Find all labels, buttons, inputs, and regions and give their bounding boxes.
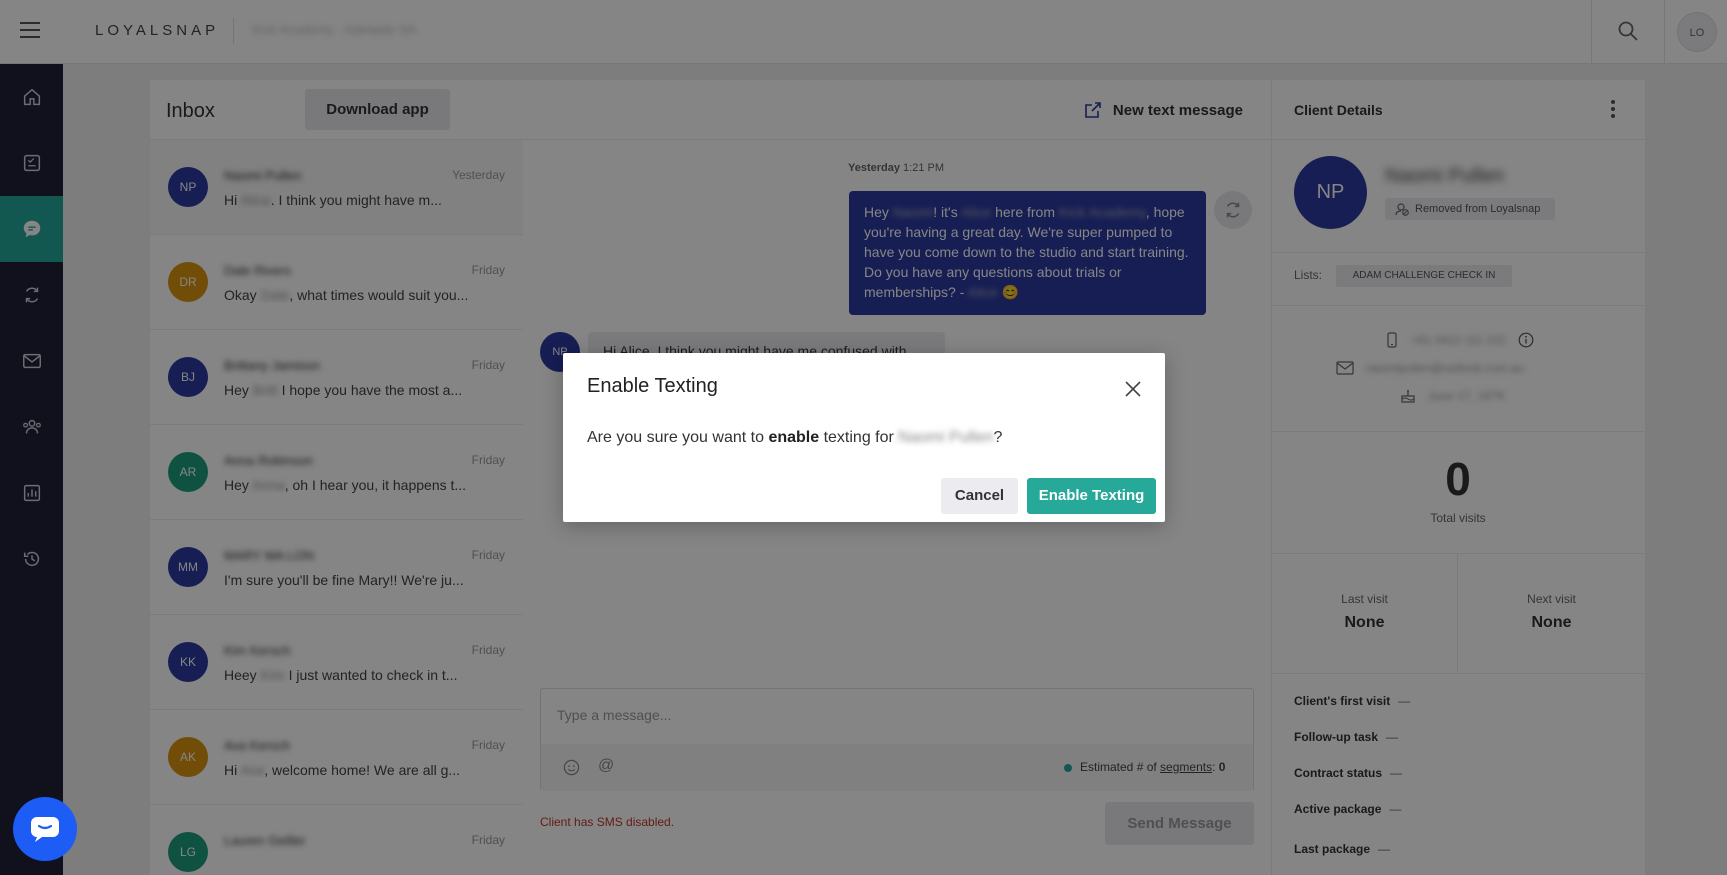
enable-texting-dialog: Enable Texting Are you sure you want to …	[563, 353, 1165, 522]
dialog-message: Are you sure you want to enable texting …	[587, 429, 1003, 446]
chat-launcher-button[interactable]	[13, 797, 77, 861]
cancel-button[interactable]: Cancel	[941, 478, 1018, 514]
dialog-title: Enable Texting	[587, 375, 718, 397]
close-icon[interactable]	[1123, 379, 1143, 399]
chat-icon	[31, 817, 59, 842]
enable-texting-button[interactable]: Enable Texting	[1027, 478, 1156, 514]
